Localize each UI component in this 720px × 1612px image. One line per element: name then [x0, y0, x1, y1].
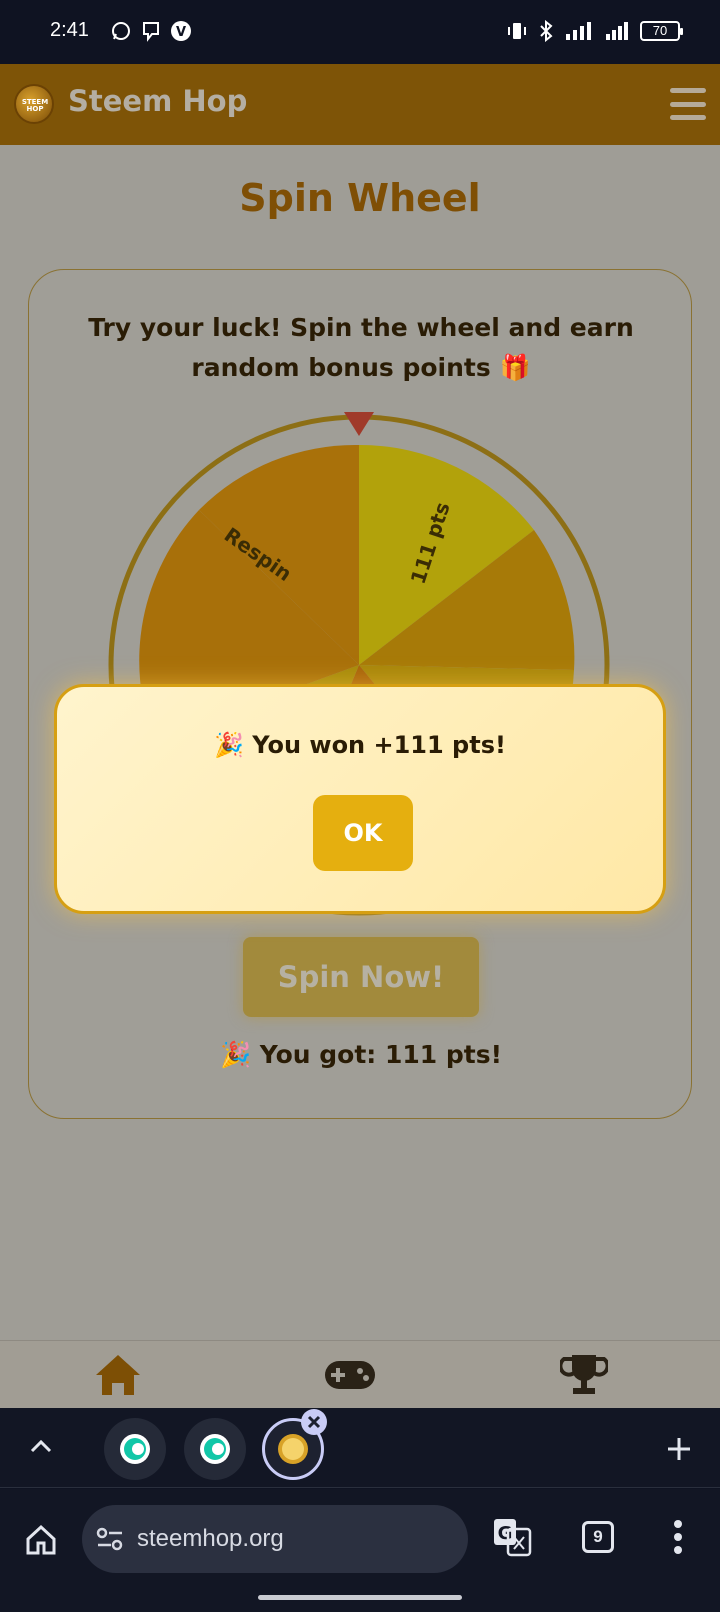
- page-title: Spin Wheel: [239, 176, 481, 220]
- vpn-icon: V: [170, 20, 192, 42]
- app-logo[interactable]: STEEM HOP: [14, 84, 54, 124]
- browser-tab-strip: [0, 1408, 720, 1488]
- svg-text:G: G: [498, 1523, 513, 1544]
- system-icons: 70: [506, 20, 683, 42]
- spin-now-button[interactable]: Spin Now!: [243, 937, 479, 1017]
- bottom-nav: [0, 1340, 720, 1408]
- signal-icon: [606, 22, 628, 40]
- more-options-icon[interactable]: [672, 1519, 684, 1555]
- web-page: STEEM HOP Steem Hop Spin Wheel Try your …: [0, 64, 720, 1408]
- app-title[interactable]: Steem Hop: [68, 84, 247, 118]
- hamburger-menu-icon[interactable]: [670, 88, 706, 120]
- status-bar: 2:41 V 70: [0, 0, 720, 64]
- site-settings-icon[interactable]: [96, 1527, 124, 1551]
- close-tab-icon[interactable]: [300, 1408, 328, 1436]
- win-dialog: 🎉 You won +111 pts! OK: [54, 684, 666, 914]
- wheel-pointer-icon: [344, 412, 374, 436]
- home-icon[interactable]: [94, 1353, 144, 1397]
- url-field[interactable]: steemhop.org: [82, 1505, 468, 1573]
- bluetooth-icon: [540, 20, 553, 42]
- gamepad-icon[interactable]: [324, 1353, 375, 1397]
- svg-text:V: V: [176, 25, 186, 40]
- clock: 2:41: [50, 19, 89, 41]
- gesture-handle: [258, 1595, 462, 1600]
- battery-indicator: 70: [640, 21, 683, 41]
- browser-tab[interactable]: [184, 1418, 246, 1480]
- tab-count-button[interactable]: 9: [582, 1521, 614, 1553]
- chat-icon: [140, 20, 162, 42]
- url-text: steemhop.org: [137, 1525, 284, 1552]
- browser-tab[interactable]: [104, 1418, 166, 1480]
- notification-icons: V: [110, 20, 192, 42]
- translate-icon[interactable]: G: [492, 1517, 532, 1557]
- trophy-icon[interactable]: [558, 1353, 610, 1397]
- app-header: STEEM HOP Steem Hop: [0, 64, 720, 145]
- whatsapp-icon: [110, 20, 132, 42]
- logo-text: STEEM HOP: [21, 98, 49, 113]
- chevron-up-icon[interactable]: [28, 1436, 54, 1456]
- signal-4g-icon: [566, 22, 591, 40]
- spin-result-text: 🎉 You got: 111 pts!: [219, 1040, 503, 1069]
- browser-home-icon[interactable]: [24, 1523, 58, 1557]
- browser-address-bar: steemhop.org G 9: [0, 1489, 720, 1612]
- intro-text: Try your luck! Spin the wheel and earn r…: [88, 313, 634, 382]
- dialog-message: 🎉 You won +111 pts!: [214, 731, 506, 759]
- ok-button[interactable]: OK: [313, 795, 413, 871]
- new-tab-icon[interactable]: [666, 1436, 692, 1462]
- vibrate-icon: [508, 23, 526, 39]
